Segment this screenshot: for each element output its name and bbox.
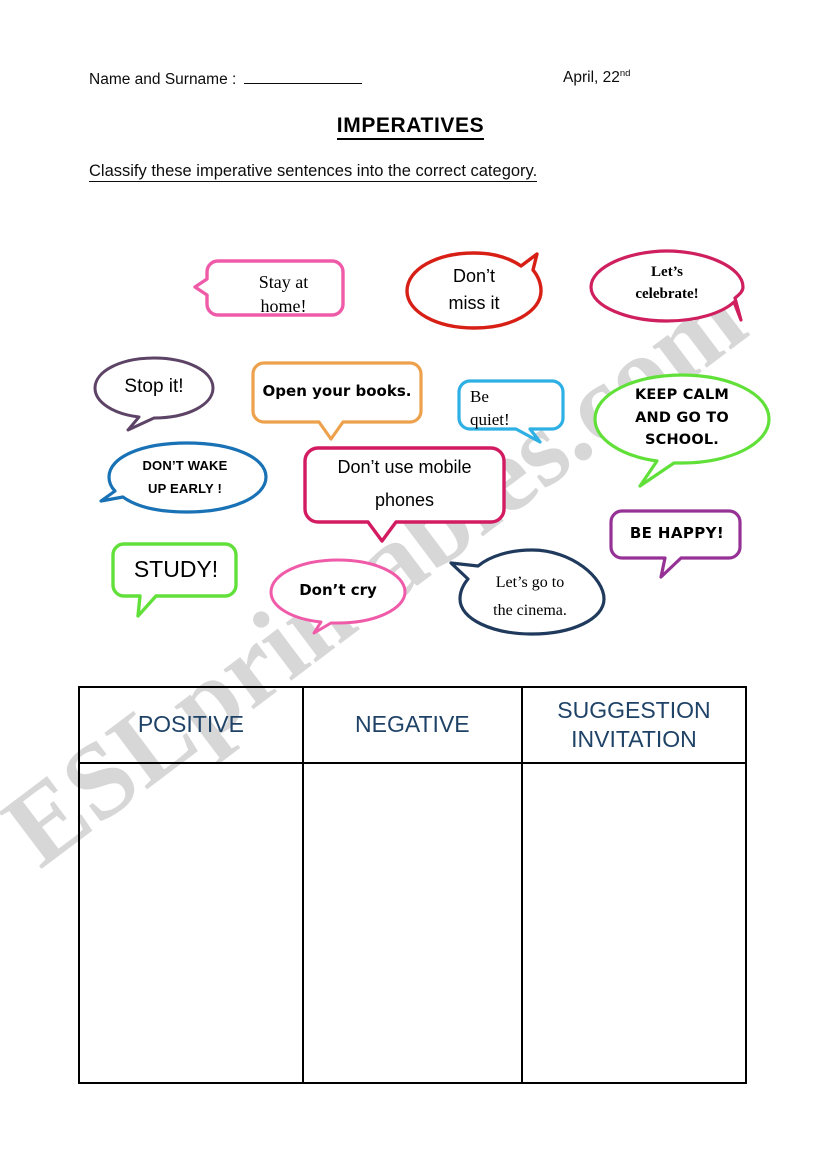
table-header-positive: POSITIVE [78,686,304,764]
table-header-negative-line1: NEGATIVE [355,711,470,738]
page-title: IMPERATIVES [0,114,821,140]
table-body-row [78,762,748,1084]
bubble-keep-calm-and-go-to-school[interactable]: KEEP CALM AND GO TO SCHOOL. [592,372,772,490]
bubble-lets-celebrate[interactable]: Let’s celebrate! [588,248,746,328]
bubble-lets-go-to-the-cinema[interactable]: Let’s go to the cinema. [448,545,612,637]
date-label: April, 22nd [563,68,630,87]
bubble-shape-stop-it [93,356,215,432]
bubble-shape-be-happy [609,509,742,579]
table-header-suggestion-line2: INVITATION [571,726,697,752]
table-header-suggestion-line1: SUGGESTION [557,696,711,723]
bubble-shape-stay-at-home [193,259,345,317]
bubble-study[interactable]: STUDY! [110,541,242,619]
bubble-shape-lets-go-cinema [449,548,606,636]
bubble-dont-wake-up-early[interactable]: DON’T WAKE UP EARLY ! [98,440,272,516]
bubble-dont-miss-it[interactable]: Don’t miss it [404,250,544,330]
header-row: Name and Surname : April, 22nd [0,68,821,94]
name-and-surname-field[interactable]: Name and Surname : [89,68,362,89]
bubble-be-quiet[interactable]: Be quiet! [456,378,568,444]
table-header-row: POSITIVE NEGATIVE SUGGESTION INVITATION [78,686,748,764]
bubble-shape-dont-wake-up-early [99,441,268,514]
bubble-shape-study [111,542,238,618]
speech-bubbles-area: Stay at home! Don’t miss it Let’s celebr… [0,0,821,680]
bubble-shape-keep-calm [593,373,771,488]
date-suffix: nd [619,68,631,79]
name-and-surname-label: Name and Surname : [89,71,241,88]
page-title-text: IMPERATIVES [336,114,485,140]
bubble-open-your-books[interactable]: Open your books. [250,360,424,444]
bubble-dont-cry[interactable]: Don’t cry [268,557,408,635]
bubble-be-happy[interactable]: BE HAPPY! [608,508,746,580]
bubble-shape-lets-celebrate [589,249,745,323]
bubble-shape-dont-use-mobile-phones [303,446,506,543]
date-text: April, 22 [563,69,620,87]
bubble-stop-it[interactable]: Stop it! [92,355,216,433]
instruction-line: Classify these imperative sentences into… [89,162,538,182]
table-header-negative: NEGATIVE [301,686,523,764]
name-blank-line[interactable] [243,68,362,84]
bubble-shape-dont-miss-it [405,251,543,330]
instruction-text: Classify these imperative sentences into… [89,162,538,182]
bubble-shape-be-quiet [457,379,565,444]
bubble-shape-open-your-books [251,361,423,441]
classification-table: POSITIVE NEGATIVE SUGGESTION INVITATION [78,686,748,1084]
bubble-shape-dont-cry [269,558,407,635]
table-header-suggestion-invitation: SUGGESTION INVITATION [520,686,748,764]
table-cell-negative[interactable] [301,762,523,1084]
table-cell-suggestion-invitation[interactable] [520,762,748,1084]
worksheet-page: Name and Surname : April, 22nd IMPERATIV… [0,0,821,1161]
bubble-dont-use-mobile-phones[interactable]: Don’t use mobile phones [302,445,507,545]
table-header-positive-line1: POSITIVE [137,711,244,738]
bubble-stay-at-home[interactable]: Stay at home! [192,257,347,319]
table-cell-positive[interactable] [78,762,304,1084]
